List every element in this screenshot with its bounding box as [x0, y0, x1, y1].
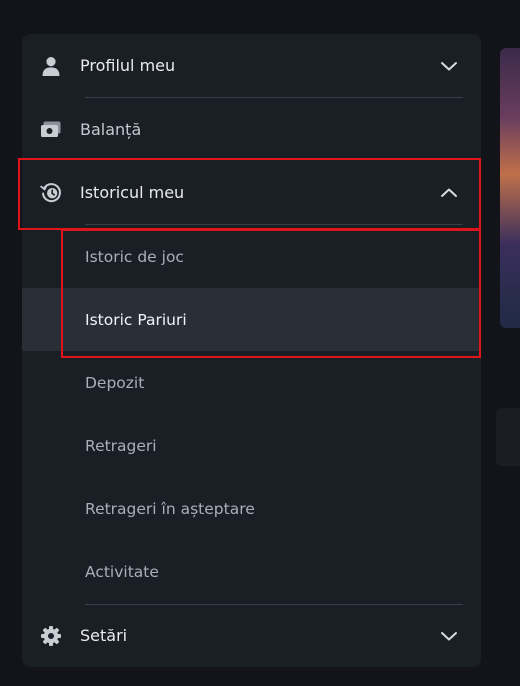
chevron-down-icon[interactable] — [438, 55, 460, 77]
history-icon — [40, 182, 62, 204]
background-game-art — [500, 48, 520, 328]
gear-icon — [40, 625, 62, 647]
chevron-down-icon[interactable] — [438, 625, 460, 647]
menu-item-settings[interactable]: Setări — [22, 604, 481, 667]
submenu-item-deposit[interactable]: Depozit — [22, 351, 481, 414]
submenu-item-activity[interactable]: Activitate — [22, 540, 481, 603]
menu-item-history-label: Istoricul meu — [80, 183, 185, 202]
background-card — [496, 408, 520, 466]
menu-item-settings-label: Setări — [80, 626, 128, 645]
submenu-item-label: Istoric de joc — [85, 247, 184, 266]
submenu-item-withdrawals[interactable]: Retrageri — [22, 414, 481, 477]
wallet-icon — [40, 119, 62, 141]
submenu-item-label: Istoric Pariuri — [85, 310, 187, 329]
submenu-item-bet-history[interactable]: Istoric Pariuri — [22, 288, 481, 351]
menu-item-history[interactable]: Istoricul meu — [22, 161, 481, 224]
user-icon — [40, 55, 62, 77]
submenu-item-pending-withdrawals[interactable]: Retrageri în așteptare — [22, 477, 481, 540]
account-menu: Profilul meu Balanță Istoricul meu Istor… — [22, 34, 481, 667]
submenu-item-label: Retrageri în așteptare — [85, 499, 255, 518]
submenu-item-label: Retrageri — [85, 436, 157, 455]
menu-item-profile-label: Profilul meu — [80, 56, 176, 75]
chevron-up-icon[interactable] — [438, 182, 460, 204]
submenu-item-label: Activitate — [85, 562, 159, 581]
menu-item-balance-label: Balanță — [80, 120, 142, 139]
submenu-item-label: Depozit — [85, 373, 145, 392]
menu-item-profile[interactable]: Profilul meu — [22, 34, 481, 97]
submenu-item-game-history[interactable]: Istoric de joc — [22, 225, 481, 288]
menu-item-balance[interactable]: Balanță — [22, 98, 481, 161]
